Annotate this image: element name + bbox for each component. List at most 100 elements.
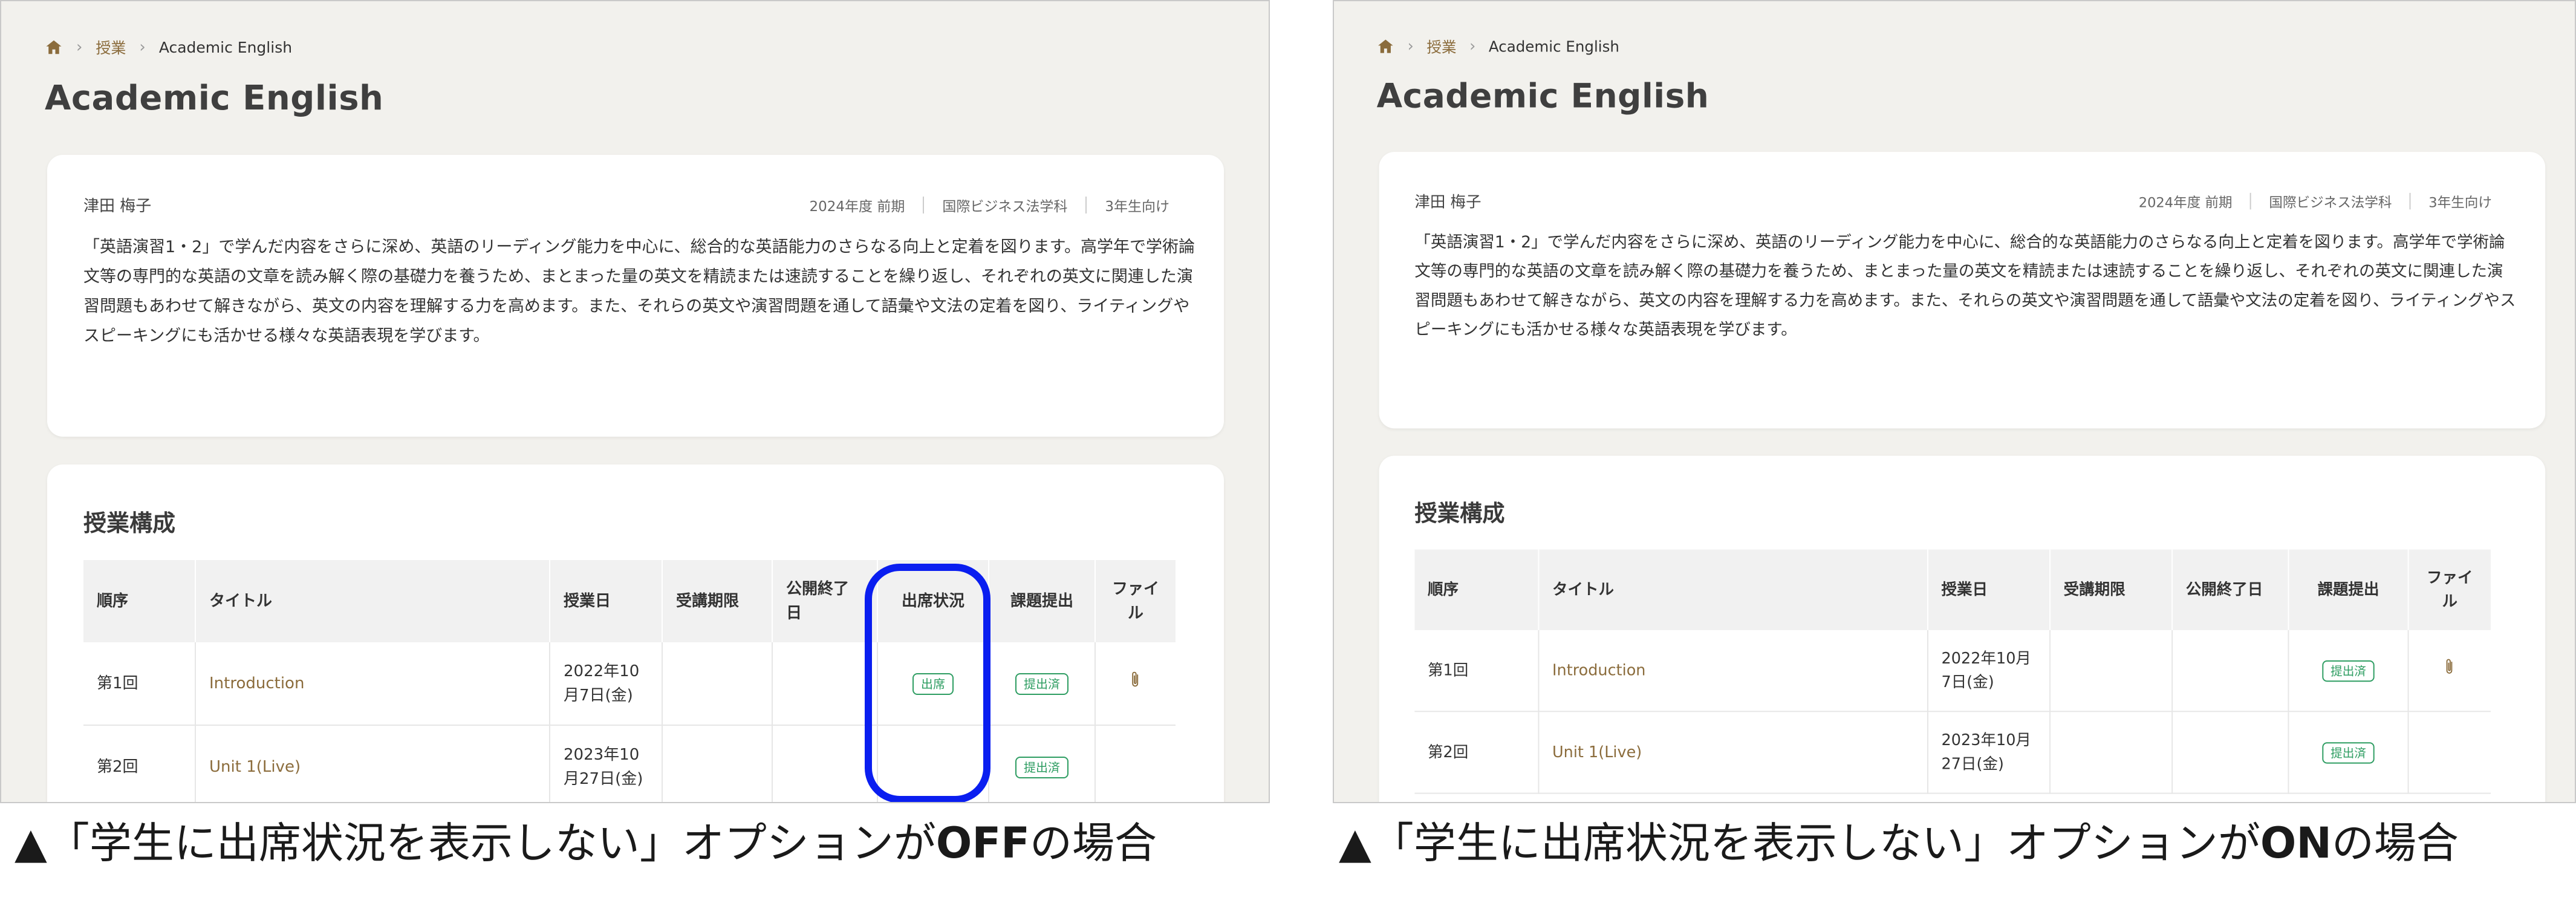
submission-badge: 提出済 xyxy=(2322,742,2375,764)
meta-divider xyxy=(1085,197,1087,213)
cell-order: 第1回 xyxy=(1414,630,1540,712)
cell-close-date xyxy=(2172,711,2289,794)
cell-submission: 提出済 xyxy=(989,725,1096,802)
cell-file xyxy=(2408,630,2491,712)
course-info-card: 津田 梅子 2024年度 前期 国際ビジネス法学科 3年生向け 「英語演習1・2… xyxy=(1379,152,2546,429)
home-icon[interactable] xyxy=(45,38,63,56)
course-description: 「英語演習1・2」で学んだ内容をさらに深め、英語のリーディング能力を中心に、総合… xyxy=(1414,233,2516,339)
paperclip-icon[interactable] xyxy=(1130,670,1142,689)
table-row[interactable]: 第1回 Introduction 2022年10月7日(金) 提出済 xyxy=(1414,630,2491,712)
cell-deadline xyxy=(662,725,773,802)
table-row[interactable]: 第2回 Unit 1(Live) 2023年10月27日(金) 提出済 xyxy=(1414,711,2491,794)
lesson-table: 順序 タイトル 授業日 受講期限 公開終了日 課題提出 ファイル 第1回 Int… xyxy=(1414,549,2491,794)
cell-date: 2022年10月7日(金) xyxy=(1927,630,2051,712)
home-icon[interactable] xyxy=(1377,37,1394,55)
header-date: 授業日 xyxy=(1927,549,2051,630)
header-close-date: 公開終了日 xyxy=(772,560,878,642)
cell-deadline xyxy=(662,642,773,726)
breadcrumb-link-classes[interactable]: 授業 xyxy=(96,36,126,58)
caption-suffix: の場合 xyxy=(1030,818,1157,868)
chevron-right-icon: › xyxy=(1407,37,1414,56)
meta-divider xyxy=(2409,192,2411,210)
cell-submission: 提出済 xyxy=(2288,711,2409,794)
cell-close-date xyxy=(772,642,878,726)
header-file: ファイル xyxy=(1095,560,1176,642)
cell-order: 第2回 xyxy=(1414,711,1540,794)
cell-close-date xyxy=(2172,630,2289,712)
caption-on: ▲「学生に出席状況を表示しない」オプションがONの場合 xyxy=(1339,815,2459,871)
caption-suffix: の場合 xyxy=(2331,818,2459,868)
caption-prefix: ▲「学生に出席状況を表示しない」オプションが xyxy=(1339,818,2260,868)
attendance-badge: 出席 xyxy=(912,673,954,695)
lesson-title-link[interactable]: Unit 1(Live) xyxy=(209,758,301,776)
cell-title: Introduction xyxy=(1538,630,1928,712)
header-deadline: 受講期限 xyxy=(662,560,773,642)
caption-emphasis: OFF xyxy=(935,818,1030,868)
cell-submission: 提出済 xyxy=(2288,630,2409,712)
header-close-date: 公開終了日 xyxy=(2172,549,2289,630)
breadcrumb-current: Academic English xyxy=(1488,37,1619,55)
cell-date: 2023年10月27日(金) xyxy=(550,725,663,802)
header-file: ファイル xyxy=(2408,549,2491,630)
submission-badge: 提出済 xyxy=(2322,660,2375,682)
course-department: 国際ビジネス法学科 xyxy=(2269,195,2392,211)
lesson-title-link[interactable]: Introduction xyxy=(1552,662,1645,679)
teacher-name: 津田 梅子 xyxy=(83,197,152,215)
header-date: 授業日 xyxy=(550,560,663,642)
teacher-name: 津田 梅子 xyxy=(1414,193,1482,212)
page-title: Academic English xyxy=(1376,77,1709,116)
cell-date: 2023年10月27日(金) xyxy=(1927,711,2051,794)
cell-file xyxy=(2408,711,2491,794)
submission-badge: 提出済 xyxy=(1015,757,1068,778)
lesson-table: 順序 タイトル 授業日 受講期限 公開終了日 出席状況 課題提出 ファイル 第1… xyxy=(83,560,1176,802)
breadcrumb: › 授業 › Academic English xyxy=(1377,34,1619,58)
cell-order: 第1回 xyxy=(83,642,196,726)
cell-file xyxy=(1095,642,1176,726)
cell-attendance: 出席 xyxy=(877,642,989,726)
header-title: タイトル xyxy=(1538,549,1928,630)
caption-off: ▲「学生に出席状況を表示しない」オプションがOFFの場合 xyxy=(15,815,1157,871)
caption-emphasis: ON xyxy=(2260,818,2332,868)
header-submission: 課題提出 xyxy=(989,560,1096,642)
page-title: Academic English xyxy=(45,79,384,118)
table-row[interactable]: 第2回 Unit 1(Live) 2023年10月27日(金) 提出済 xyxy=(83,725,1176,802)
table-header-row: 順序 タイトル 授業日 受講期限 公開終了日 課題提出 ファイル xyxy=(1414,549,2491,630)
cell-date: 2022年10月7日(金) xyxy=(550,642,663,726)
breadcrumb-link-classes[interactable]: 授業 xyxy=(1426,36,1456,57)
course-meta: 2024年度 前期 国際ビジネス法学科 3年生向け xyxy=(2139,191,2492,211)
table-header-row: 順序 タイトル 授業日 受講期限 公開終了日 出席状況 課題提出 ファイル xyxy=(83,560,1176,642)
course-department: 国際ビジネス法学科 xyxy=(942,199,1068,215)
header-order: 順序 xyxy=(83,560,196,642)
cell-submission: 提出済 xyxy=(989,642,1096,726)
cell-title: Unit 1(Live) xyxy=(195,725,550,802)
paperclip-icon[interactable] xyxy=(2444,657,2456,676)
caption-prefix: ▲「学生に出席状況を表示しない」オプションが xyxy=(15,818,936,868)
section-title: 授業構成 xyxy=(83,510,176,536)
screenshot-panel-on: › 授業 › Academic English Academic English… xyxy=(1333,0,2576,803)
meta-divider xyxy=(923,197,925,213)
lesson-title-link[interactable]: Introduction xyxy=(209,674,304,693)
class-structure-card: 授業構成 順序 タイトル 授業日 受講期限 公開終了日 課題提出 ファイル 第1… xyxy=(1379,455,2546,802)
section-title: 授業構成 xyxy=(1414,500,1505,527)
cell-file xyxy=(1095,725,1176,802)
course-info-card: 津田 梅子 2024年度 前期 国際ビジネス法学科 3年生向け 「英語演習1・2… xyxy=(47,155,1224,437)
table-row[interactable]: 第1回 Introduction 2022年10月7日(金) 出席 提出済 xyxy=(83,642,1176,726)
chevron-right-icon: › xyxy=(76,38,83,56)
lesson-title-link[interactable]: Unit 1(Live) xyxy=(1552,743,1642,761)
cell-close-date xyxy=(772,725,878,802)
course-term: 2024年度 前期 xyxy=(2138,195,2233,211)
course-target: 3年生向け xyxy=(2428,195,2492,211)
cell-order: 第2回 xyxy=(83,725,196,802)
course-term: 2024年度 前期 xyxy=(809,199,905,215)
cell-deadline xyxy=(2050,711,2173,794)
breadcrumb: › 授業 › Academic English xyxy=(45,35,292,59)
submission-badge: 提出済 xyxy=(1015,673,1068,695)
cell-deadline xyxy=(2050,630,2173,712)
meta-divider xyxy=(2250,192,2251,210)
course-meta: 2024年度 前期 国際ビジネス法学科 3年生向け xyxy=(809,195,1169,215)
course-description: 「英語演習1・2」で学んだ内容をさらに深め、英語のリーディング能力を中心に、総合… xyxy=(83,238,1195,345)
course-target: 3年生向け xyxy=(1105,199,1169,215)
header-deadline: 受講期限 xyxy=(2050,549,2173,630)
cell-title: Introduction xyxy=(195,642,550,726)
header-title: タイトル xyxy=(195,560,550,642)
